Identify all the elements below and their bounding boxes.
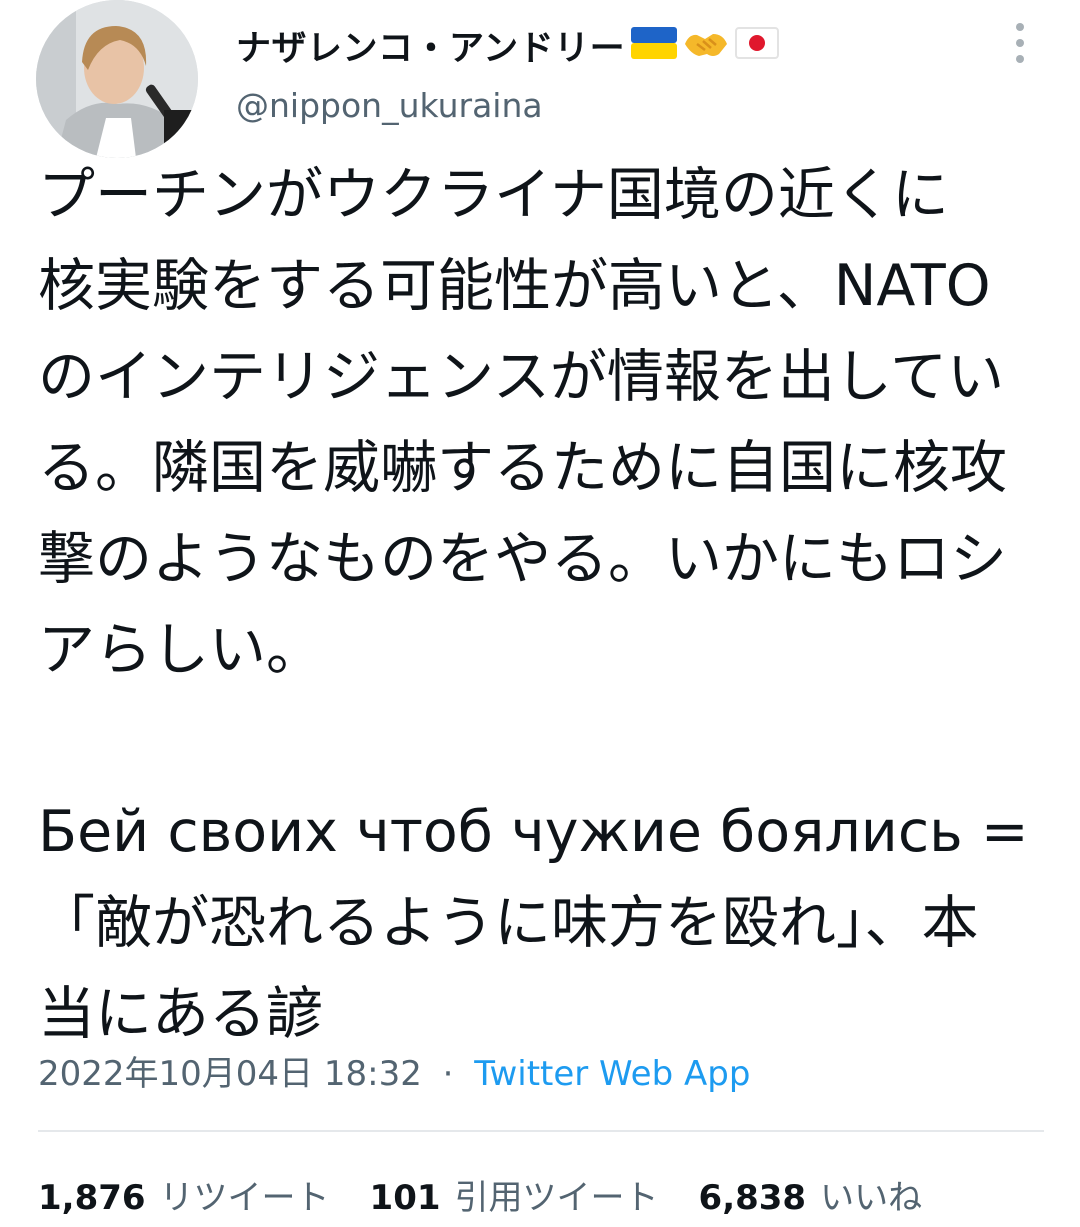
retweet-count: 1,876 xyxy=(38,1178,146,1218)
more-options-icon[interactable] xyxy=(1000,18,1040,68)
quote-count: 101 xyxy=(369,1178,441,1218)
retweets-stat[interactable]: 1,876 リツイート xyxy=(38,1170,330,1219)
divider xyxy=(38,1130,1044,1132)
tweet-line: 撃のようなものをやる。いかにもロシ xyxy=(38,526,1007,592)
tweet-line: プーチンがウクライナ国境の近くに xyxy=(38,162,949,228)
tweet-datetime[interactable]: 2022年10月04日 18:32 xyxy=(38,1054,422,1094)
tweet-stats: 1,876 リツイート 101 引用ツイート 6,838 いいね xyxy=(38,1170,962,1219)
more-dot xyxy=(1016,23,1024,31)
tweet-text: プーチンがウクライナ国境の近くに 核実験をする可能性が高いと、NATO のインテ… xyxy=(38,150,1048,1060)
ukraine-flag-icon xyxy=(631,27,678,63)
japan-flag-icon xyxy=(735,27,780,63)
quote-label: 引用ツイート xyxy=(454,1178,659,1218)
tweet-line: る。隣国を威嚇するために自国に核攻 xyxy=(38,435,1007,501)
more-dot xyxy=(1016,39,1024,47)
user-block: ナザレンコ・アンドリー @nippon_ukuraina xyxy=(236,20,780,125)
tweet-line: 「敵が恐れるように味方を殴れ」、本 xyxy=(38,890,979,956)
like-count: 6,838 xyxy=(698,1178,807,1218)
user-handle[interactable]: @nippon_ukuraina xyxy=(236,86,779,125)
tweet-line: アらしい。 xyxy=(38,617,323,683)
display-name-row[interactable]: ナザレンコ・アンドリー xyxy=(236,20,780,71)
tweet-line: 核実験をする可能性が高いと、NATO xyxy=(38,253,991,319)
handshake-icon xyxy=(683,26,729,64)
likes-stat[interactable]: 6,838 いいね xyxy=(699,1170,923,1219)
tweet-line: のインテリジェンスが情報を出してい xyxy=(38,344,1005,410)
retweet-label: リツイート xyxy=(159,1178,330,1218)
tweet-header: ナザレンコ・アンドリー @nippon_ukuraina xyxy=(0,0,1080,160)
tweet-line: Бей своих чтоб чужие боялись = xyxy=(38,799,1029,865)
tweet-source-link[interactable]: Twitter Web App xyxy=(474,1054,750,1094)
quotes-stat[interactable]: 101 引用ツイート xyxy=(370,1170,659,1219)
more-dot xyxy=(1016,55,1024,63)
display-name[interactable]: ナザレンコ・アンドリー xyxy=(236,20,625,71)
tweet-meta: 2022年10月04日 18:32 · Twitter Web App xyxy=(38,1046,750,1095)
avatar[interactable] xyxy=(36,0,198,158)
meta-separator: · xyxy=(442,1054,454,1094)
like-label: いいね xyxy=(820,1178,923,1218)
